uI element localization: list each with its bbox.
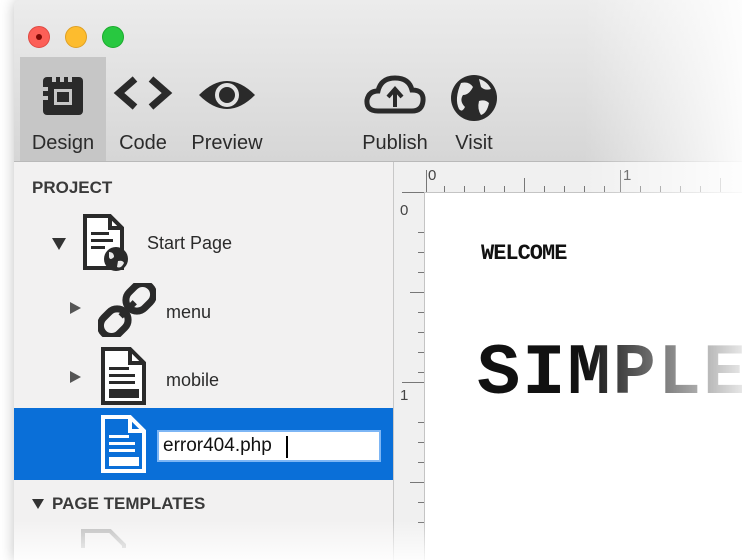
- publish-button[interactable]: Publish: [352, 57, 438, 161]
- ruler-tick: [564, 186, 565, 192]
- toolbar: Design Code Preview Publish Visit: [14, 0, 742, 162]
- ruler-tick: [720, 178, 721, 192]
- ruler-tick: [410, 482, 424, 483]
- project-sidebar: PROJECT Start Page menu mobile error404.…: [14, 162, 394, 560]
- app-window: Design Code Preview Publish Visit PROJEC…: [14, 0, 742, 560]
- vertical-ruler: 0 1: [394, 192, 425, 560]
- ruler-tick: [418, 422, 424, 423]
- project-heading: PROJECT: [32, 178, 113, 197]
- ruler-tick: [484, 186, 485, 192]
- ruler-tick: [402, 382, 424, 383]
- link-icon: [98, 283, 156, 337]
- visit-button[interactable]: Visit: [438, 57, 510, 161]
- code-label: Code: [119, 132, 167, 154]
- sidebar-item-label: Start Page: [147, 233, 233, 253]
- ruler-tick: [418, 442, 424, 443]
- design-icon: [43, 77, 83, 115]
- disclosure-expanded-icon[interactable]: [32, 499, 44, 509]
- ruler-tick: [504, 186, 505, 192]
- ruler-tick: [444, 186, 445, 192]
- preview-button[interactable]: Preview: [182, 57, 272, 161]
- design-canvas[interactable]: WELCOME SIMPLE: [425, 193, 742, 560]
- design-button[interactable]: Design: [20, 57, 106, 161]
- hero-heading[interactable]: SIMPLE: [477, 333, 742, 415]
- ruler-tick: [426, 170, 427, 192]
- zoom-window-button[interactable]: [102, 26, 124, 48]
- ruler-label: 1: [623, 167, 632, 184]
- ruler-label: 1: [400, 387, 409, 404]
- ruler-tick: [620, 170, 621, 192]
- ruler-label: 0: [400, 202, 409, 219]
- publish-label: Publish: [362, 132, 428, 154]
- code-button[interactable]: Code: [108, 57, 178, 161]
- page-icon: [101, 415, 146, 473]
- ruler-tick: [604, 186, 605, 192]
- ruler-tick: [660, 186, 661, 192]
- ruler-tick: [464, 186, 465, 192]
- ruler-tick: [418, 232, 424, 233]
- ruler-tick: [680, 186, 681, 192]
- ruler-tick: [640, 186, 641, 192]
- sidebar-item-label: mobile: [166, 370, 220, 390]
- ruler-tick: [418, 312, 424, 313]
- ruler-tick: [700, 186, 701, 192]
- ruler-tick: [410, 292, 424, 293]
- code-icon: [113, 76, 173, 110]
- page-icon: [101, 347, 146, 405]
- ruler-tick: [418, 502, 424, 503]
- sidebar-item-label: menu: [166, 302, 212, 322]
- ruler-tick: [584, 186, 585, 192]
- minimize-window-button[interactable]: [65, 26, 87, 48]
- horizontal-ruler: 0 1: [394, 162, 742, 193]
- ruler-tick: [544, 186, 545, 192]
- ruler-tick: [418, 252, 424, 253]
- design-label: Design: [31, 132, 95, 154]
- ruler-tick: [418, 462, 424, 463]
- ruler-tick: [418, 522, 424, 523]
- globe-icon: [451, 75, 497, 121]
- welcome-heading[interactable]: WELCOME: [481, 241, 567, 266]
- preview-label: Preview: [191, 132, 263, 154]
- visit-label: Visit: [455, 132, 493, 154]
- web-page-icon: [83, 214, 128, 271]
- cloud-upload-icon: [364, 75, 426, 114]
- ruler-tick: [524, 178, 525, 192]
- disclosure-collapsed-icon[interactable]: [70, 302, 81, 314]
- rename-field[interactable]: [157, 430, 381, 462]
- ruler-tick: [402, 192, 424, 193]
- ruler-tick: [418, 272, 424, 273]
- eye-icon: [199, 81, 255, 109]
- template-page-icon: [81, 529, 126, 548]
- text-caret: [286, 436, 288, 458]
- disclosure-expanded-icon[interactable]: [52, 238, 66, 250]
- page-templates-heading: PAGE TEMPLATES: [52, 494, 206, 513]
- ruler-tick: [418, 332, 424, 333]
- close-window-button[interactable]: [28, 26, 50, 48]
- disclosure-collapsed-icon[interactable]: [70, 371, 81, 383]
- ruler-label: 0: [428, 167, 437, 184]
- ruler-tick: [418, 372, 424, 373]
- ruler-tick: [418, 352, 424, 353]
